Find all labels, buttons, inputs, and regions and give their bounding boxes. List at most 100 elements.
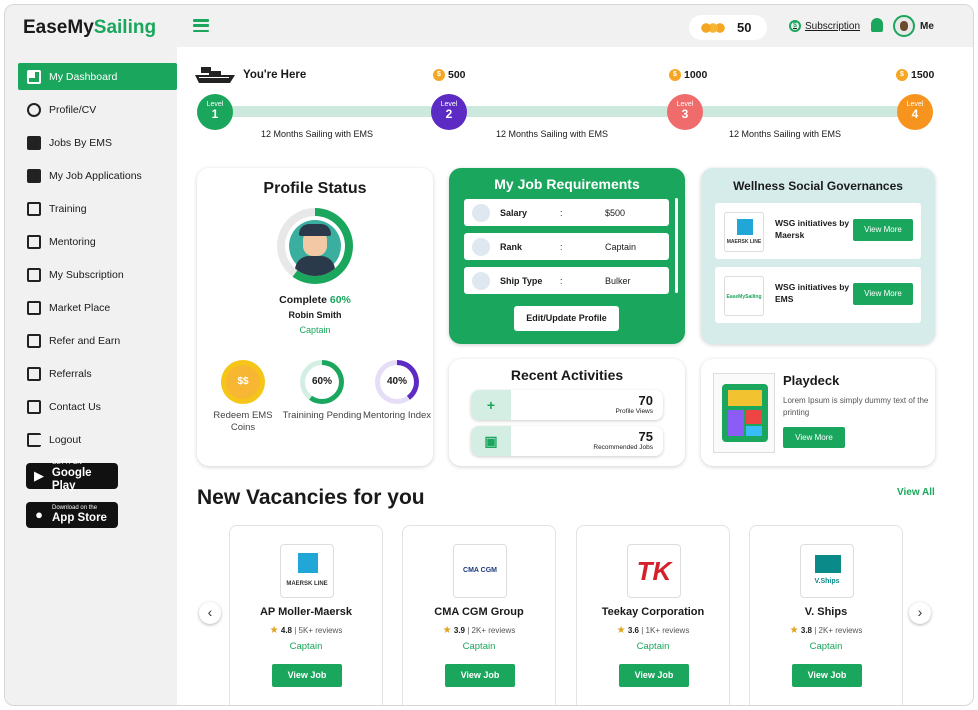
stat-label: Trainining Pending <box>282 410 362 421</box>
sidebar-item-my-job-applications[interactable]: My Job Applications <box>18 162 177 189</box>
sidebar-item-refer-and-earn[interactable]: Refer and Earn <box>18 327 177 354</box>
notification-bell-icon[interactable] <box>871 18 883 32</box>
profile-name: Robin Smith <box>288 310 342 320</box>
google-play-small-text: GET IT ON <box>51 459 82 466</box>
requirements-scrollbar[interactable] <box>675 198 678 293</box>
activity-recommended-jobs[interactable]: ▣ 75 Recommended Jobs <box>471 426 663 456</box>
ems-logo: EaseMySailing <box>724 276 764 316</box>
user-label: Me <box>920 20 934 32</box>
coin-icon: $ <box>433 69 445 81</box>
sidebar-item-my-subscription[interactable]: My Subscription <box>18 261 177 288</box>
brand-accent: Sailing <box>93 17 157 38</box>
edit-profile-button[interactable]: Edit/Update Profile <box>514 306 619 331</box>
recent-activities-title: Recent Activities <box>510 367 624 383</box>
activity-profile-views[interactable]: + 70 Profile Views <box>471 390 663 420</box>
level-progress: You're Here Level 1 Level 2 Level 3 Level 4 … <box>177 47 973 147</box>
wsg-view-more-button[interactable]: View More <box>853 219 913 241</box>
vacancy-card[interactable]: CMA CGM CMA CGM Group ★ 3.9 | 2K+ review… <box>402 525 556 705</box>
complete-label: Complete <box>279 294 327 306</box>
wsg-item-ems: EaseMySailing WSG initiatives by EMS Vie… <box>715 267 921 323</box>
sidebar-item-market-place[interactable]: Market Place <box>18 294 177 321</box>
view-job-button[interactable]: View Job <box>619 664 689 687</box>
app-store-button[interactable]: ● Download on the App Store <box>26 502 118 528</box>
carousel-next-button[interactable]: › <box>909 602 931 624</box>
google-play-button[interactable]: ▶ GET IT ON Google Play <box>26 459 118 492</box>
main-content: You're Here Level 1 Level 2 Level 3 Level 4 … <box>177 47 973 705</box>
sidebar-item-training[interactable]: Training <box>18 195 177 222</box>
sidebar-item-label: My Subscription <box>49 268 124 281</box>
google-play-icon: ▶ <box>33 468 44 483</box>
requirement-value: $500 <box>605 207 626 218</box>
level-3-badge: Level 3 <box>667 94 703 130</box>
briefcase-icon <box>27 135 41 150</box>
view-all-link[interactable]: View All <box>897 487 935 498</box>
requirement-sep: : <box>560 207 563 218</box>
mentoring-index-stat[interactable]: 40% Mentoring Index <box>357 360 437 422</box>
referrals-icon <box>27 366 41 381</box>
sidebar-item-jobs-by-ems[interactable]: Jobs By EMS <box>18 129 177 156</box>
stat-value: 60% <box>305 365 339 399</box>
wsg-title: Wellness Social Governances <box>733 179 903 193</box>
wsg-view-more-button[interactable]: View More <box>853 283 913 305</box>
mentoring-ring: 40% <box>375 360 419 404</box>
sidebar-item-mentoring[interactable]: Mentoring <box>18 228 177 255</box>
playdeck-view-more-button[interactable]: View More <box>783 427 845 448</box>
profile-rank: Captain <box>299 325 331 335</box>
company-rating: ★ 4.8 | 5K+ reviews <box>269 625 343 636</box>
view-job-button[interactable]: View Job <box>445 664 515 687</box>
captain-icon <box>472 237 490 256</box>
complete-value: 60% <box>329 294 351 306</box>
wsg-item-text: WSG initiatives by Maersk <box>775 218 850 240</box>
company-name: AP Moller-Maersk <box>259 606 353 618</box>
job-requirements-card: My Job Requirements Salary: $500 Rank: Cap… <box>449 168 685 344</box>
app-store-small-text: Download on the <box>52 505 98 511</box>
vacancy-card[interactable]: V.Ships V. Ships ★ 3.8 | 2K+ reviews Cap… <box>749 525 903 705</box>
company-name: V. Ships <box>804 606 848 618</box>
chevron-right-icon: › <box>917 604 923 620</box>
company-name: CMA CGM Group <box>434 606 524 618</box>
avatar <box>893 15 915 37</box>
level-2-badge: Level 2 <box>431 94 467 130</box>
training-pending-stat[interactable]: 60% Trainining Pending <box>282 360 362 422</box>
level-number: 4 <box>911 107 919 121</box>
sidebar-item-label: Market Place <box>49 301 111 314</box>
level-number: 3 <box>681 107 689 121</box>
vacancy-card[interactable]: TK Teekay Corporation ★ 3.6 | 1K+ review… <box>576 525 730 705</box>
sidebar-item-contact-us[interactable]: Contact Us <box>18 393 177 420</box>
vacancy-card[interactable]: MAERSK LINE AP Moller-Maersk ★ 4.8 | 5K+… <box>229 525 383 705</box>
vacancy-rank: Captain <box>462 641 496 652</box>
profile-icon <box>27 102 41 117</box>
activity-label: Recommended Jobs <box>593 444 653 451</box>
subscription-link[interactable]: $ Subscription <box>789 20 860 32</box>
cost-value: 500 <box>448 69 466 81</box>
sidebar-item-referrals[interactable]: Referrals <box>18 360 177 387</box>
progress-track <box>217 106 917 117</box>
app-window: EaseMySailing My Dashboard Profile/CV Jo… <box>4 4 974 706</box>
hamburger-menu-icon[interactable] <box>193 19 209 33</box>
coin-balance[interactable]: 50 <box>689 15 767 40</box>
redeem-coins-stat[interactable]: $$ Redeem EMS Coins <box>203 360 283 434</box>
level-1-badge: Level 1 <box>197 94 233 130</box>
company-rating: ★ 3.6 | 1K+ reviews <box>616 625 690 636</box>
subscription-icon <box>27 267 41 282</box>
view-job-button[interactable]: View Job <box>272 664 342 687</box>
sidebar-item-logout[interactable]: Logout <box>18 426 177 453</box>
requirement-row-ship-type: Ship Type: Bulker <box>464 267 669 294</box>
stat-label: Mentoring Index <box>362 410 432 421</box>
view-job-button[interactable]: View Job <box>792 664 862 687</box>
segment-label: 12 Months Sailing with EMS <box>728 129 842 139</box>
brand-logo[interactable]: EaseMySailing <box>23 17 156 39</box>
reviews-count: 5K+ reviews <box>298 626 343 635</box>
training-icon <box>27 201 41 216</box>
sidebar-item-my-dashboard[interactable]: My Dashboard <box>18 63 177 90</box>
level-number: 1 <box>211 107 219 121</box>
training-ring: 60% <box>300 360 344 404</box>
company-rating: ★ 3.9 | 2K+ reviews <box>442 625 516 636</box>
level-4-cost: $1500 <box>896 69 934 81</box>
user-menu[interactable]: Me <box>893 15 934 37</box>
sidebar-item-label: My Job Applications <box>49 169 142 182</box>
carousel-prev-button[interactable]: ‹ <box>199 602 221 624</box>
sidebar-item-label: Jobs By EMS <box>49 136 113 149</box>
star-icon: ★ <box>442 625 452 636</box>
sidebar-item-profile-cv[interactable]: Profile/CV <box>18 96 177 123</box>
